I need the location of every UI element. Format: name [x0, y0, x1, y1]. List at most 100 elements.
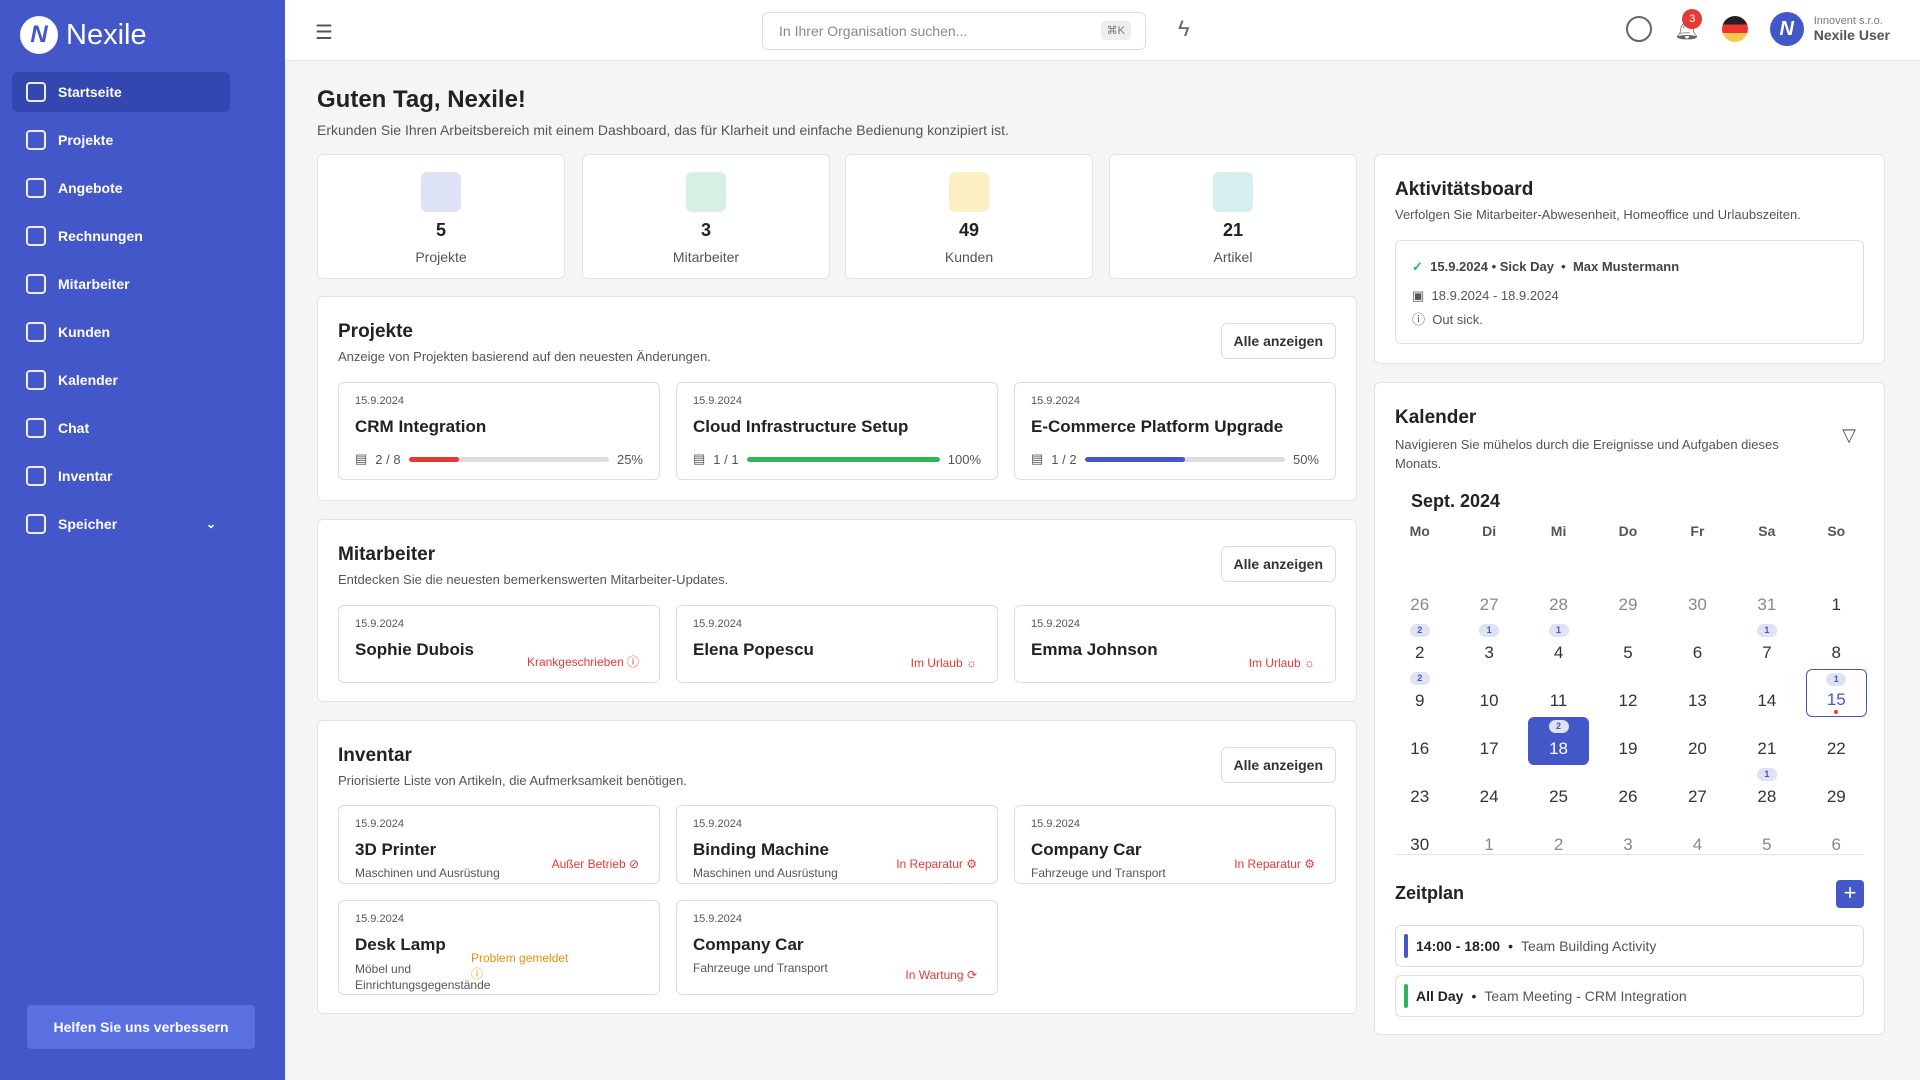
- calendar-day[interactable]: 5: [1593, 621, 1662, 669]
- sidebar-item-kunden[interactable]: Kunden: [12, 312, 230, 352]
- stat-value: 49: [958, 220, 980, 240]
- inventory-card[interactable]: 15.9.2024 Desk Lamp Möbel und Einrichtungs…: [338, 900, 660, 995]
- activity-entry[interactable]: ✓ 15.9.2024 • Sick Day • Max Mustermann …: [1395, 240, 1864, 344]
- calendar-day[interactable]: 26: [1593, 765, 1662, 813]
- calendar-day[interactable]: 27: [1454, 573, 1523, 621]
- calendar-day[interactable]: 17: [1732, 621, 1801, 669]
- sidebar-item-mitarbeiter[interactable]: Mitarbeiter: [12, 264, 230, 304]
- sidebar-item-kalender[interactable]: Kalender: [12, 360, 230, 400]
- employee-name: Sophie Dubois: [355, 640, 474, 659]
- day-number: 5: [1623, 643, 1633, 662]
- schedule-item[interactable]: All Day • Team Meeting - CRM Integration: [1395, 975, 1864, 1017]
- calendar-day[interactable]: 29: [1593, 573, 1662, 621]
- menu-toggle-icon[interactable]: ☰: [315, 20, 333, 45]
- calendar-day[interactable]: 28: [1524, 573, 1593, 621]
- calendar-day[interactable]: 30: [1663, 573, 1732, 621]
- calendar-day[interactable]: 19: [1593, 717, 1662, 765]
- user-menu[interactable]: N Innovent s.r.o. Nexile User: [1769, 12, 1890, 46]
- calendar-day[interactable]: 16: [1385, 717, 1454, 765]
- calendar-day[interactable]: 13: [1454, 621, 1523, 669]
- calendar-day[interactable]: 20: [1663, 717, 1732, 765]
- calendar-month[interactable]: Sept. 2024: [1411, 491, 1500, 512]
- feedback-button[interactable]: Helfen Sie uns verbessern: [27, 1005, 255, 1049]
- sidebar: N Nexile Startseite Projekte Angebote Rechnu…: [0, 0, 285, 1080]
- inventory-panel: Inventar Priorisierte Liste von Artikeln…: [317, 720, 1357, 1014]
- calendar-day[interactable]: 8: [1802, 621, 1871, 669]
- nav-icon: [26, 274, 46, 294]
- search-placeholder: In Ihrer Organisation suchen...: [779, 23, 968, 39]
- calendar-day[interactable]: 25: [1524, 765, 1593, 813]
- projects-show-all-button[interactable]: Alle anzeigen: [1220, 323, 1336, 359]
- calendar-day[interactable]: 2 18: [1527, 717, 1590, 765]
- project-card[interactable]: 15.9.2024 CRM Integration ▤ 2 / 8 25%: [338, 382, 660, 480]
- calendar-day[interactable]: 6: [1663, 621, 1732, 669]
- item-status: In Wartung ⟳: [905, 968, 977, 982]
- project-card[interactable]: 15.9.2024 E-Commerce Platform Upgrade ▤ 1 /…: [1014, 382, 1336, 480]
- support-icon[interactable]: [1626, 16, 1653, 42]
- language-flag-icon[interactable]: [1721, 16, 1748, 42]
- calendar-day[interactable]: 10: [1454, 669, 1523, 717]
- separator: •: [1508, 938, 1513, 954]
- stat-card[interactable]: 21 Artikel: [1109, 154, 1357, 279]
- add-schedule-button[interactable]: +: [1836, 880, 1864, 908]
- calendar-day[interactable]: 17: [1454, 717, 1523, 765]
- chevron-down-icon[interactable]: ⌄: [206, 517, 216, 531]
- item-date: 15.9.2024: [693, 913, 742, 925]
- calendar-day[interactable]: 26: [1385, 573, 1454, 621]
- clipboard-icon: ▤: [1031, 451, 1044, 466]
- schedule-time: 14:00 - 18:00: [1416, 938, 1501, 954]
- activity-person: Max Mustermann: [1572, 259, 1680, 274]
- employee-card[interactable]: 15.9.2024 Elena Popescu Im Urlaub ☼: [676, 605, 998, 683]
- nav-icon: [26, 322, 46, 342]
- day-number: 9: [1414, 691, 1425, 710]
- sidebar-item-speicher[interactable]: Speicher ⌄: [12, 504, 230, 544]
- search-input[interactable]: In Ihrer Organisation suchen... ⌘K: [762, 12, 1146, 50]
- event-count-badge: 2: [1409, 624, 1430, 637]
- calendar-day[interactable]: 29: [1385, 669, 1454, 717]
- filter-icon[interactable]: ▽: [1842, 425, 1856, 446]
- sidebar-item-angebote[interactable]: Angebote: [12, 168, 230, 208]
- stat-card[interactable]: 49 Kunden: [845, 154, 1093, 279]
- calendar-day[interactable]: 21: [1732, 717, 1801, 765]
- employee-card[interactable]: 15.9.2024 Sophie Dubois Krankgeschrieben ⓘ: [338, 605, 660, 683]
- inventory-card[interactable]: 15.9.2024 Company Car Fahrzeuge und Transp…: [1014, 805, 1336, 884]
- lightning-icon[interactable]: ϟ: [1178, 16, 1190, 42]
- day-number: 26: [1410, 595, 1430, 614]
- inventory-card[interactable]: 15.9.2024 3D Printer Maschinen und Ausrüst…: [338, 805, 660, 884]
- calendar-day[interactable]: 13: [1663, 669, 1732, 717]
- calendar-day[interactable]: 23: [1385, 765, 1454, 813]
- calendar-day[interactable]: 11: [1524, 669, 1593, 717]
- sidebar-item-projekte[interactable]: Projekte: [12, 120, 230, 160]
- calendar-day[interactable]: 14: [1732, 669, 1801, 717]
- inventory-card[interactable]: 15.9.2024 Binding Machine Maschinen und Au…: [676, 805, 998, 884]
- schedule-item[interactable]: 14:00 - 18:00 • Team Building Activity: [1395, 925, 1864, 967]
- top-header: ☰ In Ihrer Organisation suchen... ⌘K ϟ 🔔︎…: [285, 0, 1920, 61]
- calendar-day[interactable]: 14: [1524, 621, 1593, 669]
- sidebar-item-inventar[interactable]: Inventar: [12, 456, 230, 496]
- calendar-day[interactable]: 1 15: [1805, 669, 1867, 717]
- calendar-day[interactable]: 22: [1385, 621, 1454, 669]
- stat-card[interactable]: 3 Mitarbeiter: [582, 154, 830, 279]
- event-count-badge: 1: [1756, 624, 1777, 637]
- project-card[interactable]: 15.9.2024 Cloud Infrastructure Setup ▤ 1 / …: [676, 382, 998, 480]
- inventory-show-all-button[interactable]: Alle anzeigen: [1220, 747, 1336, 783]
- calendar-day[interactable]: 22: [1802, 717, 1871, 765]
- employees-show-all-button[interactable]: Alle anzeigen: [1220, 546, 1336, 582]
- calendar-day[interactable]: 27: [1663, 765, 1732, 813]
- employee-card[interactable]: 15.9.2024 Emma Johnson Im Urlaub ☼: [1014, 605, 1336, 683]
- item-category: Fahrzeuge und Transport: [693, 961, 828, 975]
- calendar-day[interactable]: 29: [1802, 765, 1871, 813]
- calendar-day[interactable]: 1: [1802, 573, 1871, 621]
- sidebar-item-rechnungen[interactable]: Rechnungen: [12, 216, 230, 256]
- calendar-day[interactable]: 1 28: [1732, 765, 1801, 813]
- sidebar-item-startseite[interactable]: Startseite: [12, 72, 230, 112]
- calendar-day[interactable]: 24: [1454, 765, 1523, 813]
- inventory-card[interactable]: 15.9.2024 Company Car Fahrzeuge und Transp…: [676, 900, 998, 995]
- calendar-day[interactable]: 31: [1732, 573, 1801, 621]
- bell-icon[interactable]: 🔔︎ 3: [1674, 8, 1703, 42]
- calendar-day[interactable]: 12: [1593, 669, 1662, 717]
- sidebar-item-chat[interactable]: Chat: [12, 408, 230, 448]
- day-number: 6: [1692, 643, 1703, 662]
- logo[interactable]: N Nexile: [20, 16, 147, 54]
- stat-card[interactable]: 5 Projekte: [317, 154, 565, 279]
